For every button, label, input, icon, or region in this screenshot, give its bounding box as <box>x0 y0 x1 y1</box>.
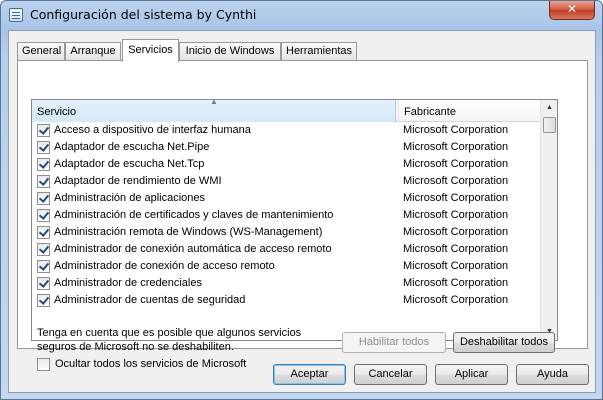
sort-ascending-icon: ▲ <box>210 99 218 106</box>
manufacturer-name: Microsoft Corporation <box>403 124 509 136</box>
list-rows: Acceso a dispositivo de interfaz humana M… <box>32 122 540 309</box>
column-header-manufacturer[interactable]: Fabricante <box>398 100 540 122</box>
tab-general[interactable]: General <box>17 42 65 60</box>
service-name: Administración de aplicaciones <box>54 192 206 204</box>
dialog-window: Configuración del sistema by Cynthi ✕ Ge… <box>0 0 603 400</box>
checkbox[interactable] <box>37 243 50 256</box>
list-item[interactable]: Administración de certificados y claves … <box>32 207 540 224</box>
checkbox[interactable] <box>37 141 50 154</box>
list-item[interactable]: Adaptador de rendimiento de WMI Microsoft… <box>32 173 540 190</box>
scroll-thumb[interactable] <box>543 117 556 133</box>
ok-button[interactable]: Aceptar <box>273 364 346 385</box>
window-title: Configuración del sistema by Cynthi <box>30 7 257 22</box>
manufacturer-name: Microsoft Corporation <box>403 209 509 221</box>
manufacturer-name: Microsoft Corporation <box>403 175 509 187</box>
list-item[interactable]: Administrador de conexión de acceso remo… <box>32 258 540 275</box>
tab-servicios[interactable]: Servicios <box>122 39 179 62</box>
manufacturer-name: Microsoft Corporation <box>403 158 509 170</box>
list-item[interactable]: Administración remota de Windows (WS-Man… <box>32 224 540 241</box>
title-bar[interactable]: Configuración del sistema by Cynthi ✕ <box>1 1 602 29</box>
list-item[interactable]: Administrador de conexión automática de … <box>32 241 540 258</box>
checkbox[interactable] <box>37 226 50 239</box>
manufacturer-name: Microsoft Corporation <box>403 277 509 289</box>
tab-herramientas[interactable]: Herramientas <box>281 42 357 60</box>
services-tab-panel: ▲ Servicio Fabricante Acceso a dispositi… <box>17 60 588 371</box>
list-item[interactable]: Adaptador de escucha Net.Pipe Microsoft C… <box>32 139 540 156</box>
checkbox[interactable] <box>37 158 50 171</box>
service-name: Administración de certificados y claves … <box>54 209 334 221</box>
service-name: Administración remota de Windows (WS-Man… <box>54 226 323 238</box>
close-button[interactable]: ✕ <box>549 1 595 20</box>
checkbox[interactable] <box>37 124 50 137</box>
vertical-scrollbar[interactable]: ▲ ▼ <box>540 100 557 340</box>
scroll-up-icon[interactable]: ▲ <box>541 100 557 116</box>
apply-button[interactable]: Aplicar <box>435 364 508 385</box>
help-button[interactable]: Ayuda <box>516 364 589 385</box>
system-config-icon <box>9 8 23 22</box>
checkbox[interactable] <box>37 260 50 273</box>
close-icon: ✕ <box>566 2 578 16</box>
service-name: Administrador de conexión automática de … <box>54 243 332 255</box>
service-name: Administrador de cuentas de seguridad <box>54 294 246 306</box>
list-item[interactable]: Administrador de credenciales Microsoft C… <box>32 275 540 292</box>
service-name: Administrador de credenciales <box>54 277 202 289</box>
checkbox[interactable] <box>37 277 50 290</box>
service-name: Adaptador de escucha Net.Tcp <box>54 158 205 170</box>
checkbox[interactable] <box>37 294 50 307</box>
list-header: ▲ Servicio Fabricante <box>32 100 540 122</box>
manufacturer-name: Microsoft Corporation <box>403 192 509 204</box>
services-list[interactable]: ▲ Servicio Fabricante Acceso a dispositi… <box>31 99 558 341</box>
column-header-manufacturer-label: Fabricante <box>404 106 456 118</box>
service-name: Adaptador de rendimiento de WMI <box>54 175 222 187</box>
disable-all-button[interactable]: Deshabilitar todos <box>453 332 555 353</box>
cancel-button[interactable]: Cancelar <box>354 364 427 385</box>
manufacturer-name: Microsoft Corporation <box>403 226 509 238</box>
tab-inicio-de-windows[interactable]: Inicio de Windows <box>179 42 281 60</box>
dialog-client-area: General Arranque Servicios Inicio de Win… <box>8 30 596 393</box>
list-item[interactable]: Administración de aplicaciones Microsoft … <box>32 190 540 207</box>
checkbox[interactable] <box>37 175 50 188</box>
manufacturer-name: Microsoft Corporation <box>403 141 509 153</box>
hide-microsoft-services-checkbox[interactable] <box>37 358 50 371</box>
list-item[interactable]: Adaptador de escucha Net.Tcp Microsoft Co… <box>32 156 540 173</box>
manufacturer-name: Microsoft Corporation <box>403 294 509 306</box>
enable-all-button[interactable]: Habilitar todos <box>342 332 446 353</box>
checkbox[interactable] <box>37 192 50 205</box>
manufacturer-name: Microsoft Corporation <box>403 260 509 272</box>
hide-microsoft-services-label: Ocultar todos los servicios de Microsoft <box>55 358 247 370</box>
list-item[interactable]: Acceso a dispositivo de interfaz humana M… <box>32 122 540 139</box>
manufacturer-name: Microsoft Corporation <box>403 243 509 255</box>
column-header-service-label: Servicio <box>37 106 77 118</box>
service-name: Acceso a dispositivo de interfaz humana <box>54 124 251 136</box>
service-name: Adaptador de escucha Net.Pipe <box>54 141 210 153</box>
microsoft-services-note: Tenga en cuenta que es posible que algun… <box>37 327 302 353</box>
list-item[interactable]: Administrador de cuentas de seguridad Mic… <box>32 292 540 309</box>
checkbox[interactable] <box>37 209 50 222</box>
service-name: Administrador de conexión de acceso remo… <box>54 260 275 272</box>
column-header-service[interactable]: ▲ Servicio <box>32 100 396 122</box>
tab-arranque[interactable]: Arranque <box>65 42 121 60</box>
